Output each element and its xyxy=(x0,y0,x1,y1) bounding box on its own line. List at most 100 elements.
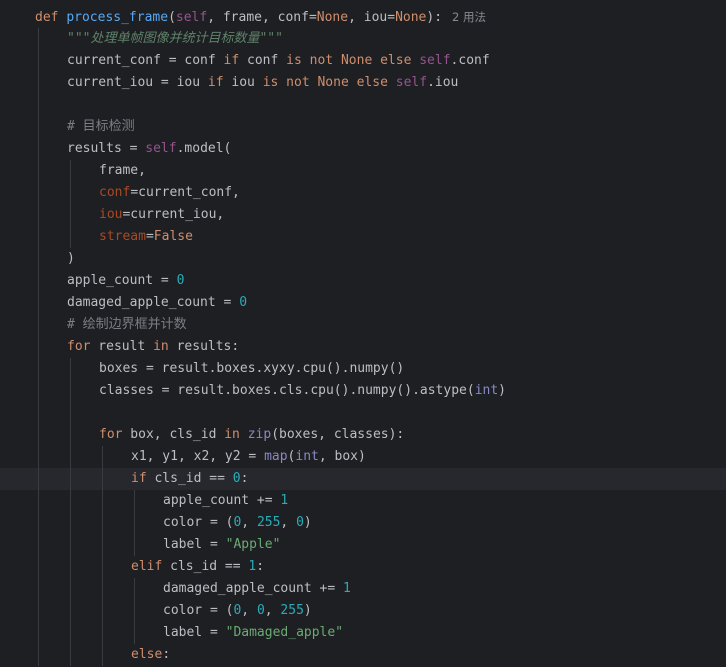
code-line[interactable]: def process_frame(self, frame, conf=None… xyxy=(0,6,726,28)
code-token: in xyxy=(153,339,169,354)
indent-guide xyxy=(38,622,39,644)
code-text: else: xyxy=(131,644,170,666)
indent-guide xyxy=(38,424,39,446)
indent-guide xyxy=(134,512,135,534)
indent-guide xyxy=(38,512,39,534)
usage-hint[interactable]: 2 用法 xyxy=(452,10,486,24)
indent-guide xyxy=(70,204,71,226)
code-text: damaged_apple_count += 1 xyxy=(163,578,351,600)
code-token: , xyxy=(280,515,297,530)
code-line[interactable]: # 目标检测 xyxy=(0,116,726,138)
code-token: classes = result.boxes.cls.cpu().numpy()… xyxy=(99,383,475,398)
code-token: conf xyxy=(239,53,287,68)
code-token: results: xyxy=(168,339,240,354)
indent-guide xyxy=(38,160,39,182)
code-token: 0 xyxy=(232,471,241,486)
indent-guide xyxy=(70,622,71,644)
indent-guide xyxy=(70,600,71,622)
code-line[interactable]: stream=False xyxy=(0,226,726,248)
indent-guide xyxy=(38,72,39,94)
indent-guide xyxy=(134,490,135,512)
indent-guide xyxy=(134,600,135,622)
code-token: 0 xyxy=(239,295,248,310)
code-line[interactable]: boxes = result.boxes.xyxy.cpu().numpy() xyxy=(0,358,726,380)
indent-guide xyxy=(70,226,71,248)
code-line[interactable]: elif cls_id == 1: xyxy=(0,556,726,578)
indent-guide xyxy=(38,292,39,314)
code-line[interactable]: apple_count = 0 xyxy=(0,270,726,292)
code-text: frame, xyxy=(99,160,146,182)
code-line[interactable] xyxy=(0,402,726,424)
code-text: apple_count = 0 xyxy=(67,270,184,292)
code-token: 1 xyxy=(280,493,289,508)
code-line[interactable]: current_conf = conf if conf is not None … xyxy=(0,50,726,72)
code-line[interactable]: apple_count += 1 xyxy=(0,490,726,512)
code-line[interactable]: conf=current_conf, xyxy=(0,182,726,204)
indent-guide xyxy=(38,534,39,556)
code-token: label = xyxy=(163,537,226,552)
indent-guide xyxy=(70,182,71,204)
code-line[interactable]: """处理单帧图像并统计目标数量""" xyxy=(0,28,726,50)
code-token: damaged_apple_count += xyxy=(163,581,344,596)
code-token: self xyxy=(145,141,177,156)
code-token: .iou xyxy=(427,75,459,90)
indent-guide xyxy=(70,358,71,380)
code-line[interactable]: iou=current_iou, xyxy=(0,204,726,226)
indent-guide xyxy=(38,490,39,512)
indent-guide xyxy=(38,28,39,50)
code-line[interactable]: else: xyxy=(0,644,726,666)
code-token: , xyxy=(241,603,257,618)
code-line[interactable]: frame, xyxy=(0,160,726,182)
code-token: def xyxy=(35,10,67,25)
code-line[interactable]: label = "Apple" xyxy=(0,534,726,556)
code-line[interactable]: color = (0, 255, 0) xyxy=(0,512,726,534)
code-token: is not None else xyxy=(262,75,396,90)
code-token: 1 xyxy=(343,581,351,596)
code-token: else xyxy=(131,647,163,662)
code-line[interactable]: damaged_apple_count += 1 xyxy=(0,578,726,600)
code-token: color = ( xyxy=(163,603,234,618)
code-text: label = "Damaged_apple" xyxy=(163,622,343,644)
code-token: stream xyxy=(99,229,146,244)
code-line[interactable] xyxy=(0,94,726,116)
code-line[interactable]: # 绘制边界框并计数 xyxy=(0,314,726,336)
code-token: ( xyxy=(168,10,176,25)
indent-guide xyxy=(70,380,71,402)
code-token: apple_count = xyxy=(67,273,177,288)
code-token: # 目标检测 xyxy=(67,119,135,134)
code-token: "Apple" xyxy=(225,537,281,552)
code-line[interactable]: for box, cls_id in zip(boxes, classes): xyxy=(0,424,726,446)
code-token: zip xyxy=(247,427,272,442)
code-token: apple_count += xyxy=(163,493,281,508)
code-line[interactable]: ) xyxy=(0,248,726,270)
code-line[interactable]: if cls_id == 0: xyxy=(0,468,726,490)
code-token: if xyxy=(207,75,224,90)
code-token: , frame, conf= xyxy=(207,10,317,25)
code-token: color = ( xyxy=(163,515,234,530)
code-line[interactable]: for result in results: xyxy=(0,336,726,358)
indent-guide xyxy=(38,248,39,270)
indent-guide xyxy=(38,600,39,622)
code-line[interactable]: classes = result.boxes.cls.cpu().numpy()… xyxy=(0,380,726,402)
code-line[interactable]: current_iou = iou if iou is not None els… xyxy=(0,72,726,94)
indent-guide xyxy=(70,578,71,600)
code-token: for xyxy=(99,427,123,442)
code-line[interactable]: damaged_apple_count = 0 xyxy=(0,292,726,314)
code-token: ) xyxy=(303,603,312,618)
code-token: box, cls_id xyxy=(122,427,225,442)
code-text: for result in results: xyxy=(67,336,239,358)
code-editor[interactable]: def process_frame(self, frame, conf=None… xyxy=(0,0,726,667)
code-token: : xyxy=(162,647,171,662)
indent-guide xyxy=(38,94,39,116)
code-token: self xyxy=(395,75,428,90)
code-text: """处理单帧图像并统计目标数量""" xyxy=(67,28,283,50)
indent-guide xyxy=(102,468,103,490)
code-line[interactable]: label = "Damaged_apple" xyxy=(0,622,726,644)
indent-guide xyxy=(38,446,39,468)
indent-guide xyxy=(38,556,39,578)
code-line[interactable]: color = (0, 0, 255) xyxy=(0,600,726,622)
code-token: ) xyxy=(67,251,75,266)
code-line[interactable]: x1, y1, x2, y2 = map(int, box) xyxy=(0,446,726,468)
code-line[interactable]: results = self.model( xyxy=(0,138,726,160)
code-token: ) xyxy=(303,515,312,530)
